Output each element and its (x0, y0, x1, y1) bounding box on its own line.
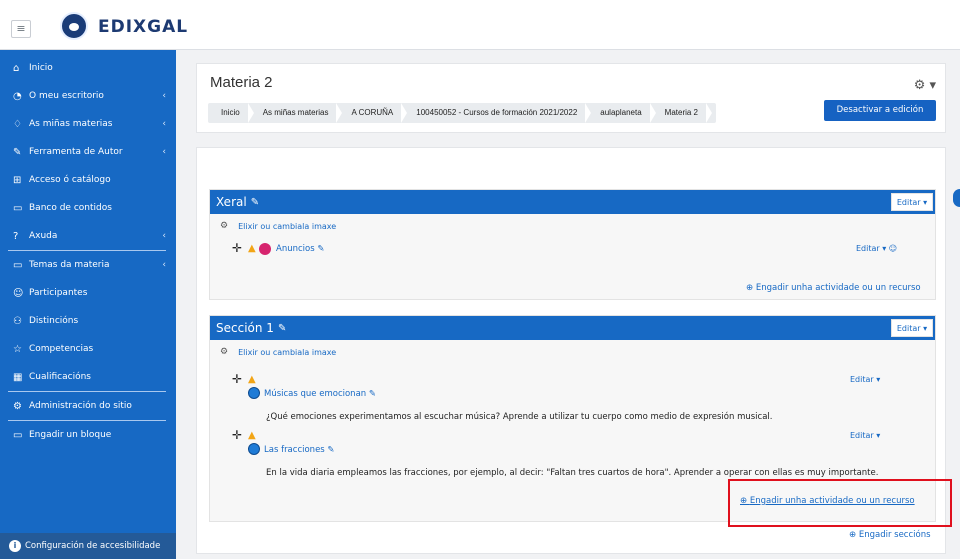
grades-icon: ▦ (13, 371, 23, 383)
breadcrumb-item[interactable]: Inicio (212, 103, 254, 123)
warning-icon: ▲ (248, 430, 256, 441)
turn-editing-off-button[interactable]: Desactivar a edición (824, 100, 936, 121)
clipboard-icon: ▭ (13, 202, 23, 214)
sidebar-item-ferramenta[interactable]: ✎ Ferramenta de Autor ‹ (0, 138, 176, 166)
activity-link[interactable]: Anuncios ✎ (276, 244, 324, 254)
sidebar-item-cualificacions[interactable]: ▦ Cualificacións (0, 363, 176, 391)
accessibility-settings[interactable]: i Configuración de accesibilidade (0, 533, 176, 559)
hamburger-menu-icon[interactable]: ≡ (11, 20, 31, 38)
activity-link[interactable]: Las fracciones ✎ (264, 445, 335, 455)
chevron-left-icon: ‹ (162, 91, 166, 101)
activity-description: ¿Qué emociones experimentamos al escucha… (266, 412, 773, 422)
sidebar-item-materias[interactable]: ♢ As miñas materias ‹ (0, 110, 176, 138)
star-icon: ☆ (13, 343, 22, 355)
section-header: Xeral ✎ Editar ▾ (210, 190, 935, 214)
breadcrumb: Inicio As miñas materias A CORUÑA 100450… (208, 103, 717, 123)
edixgal-logo[interactable] (60, 12, 88, 40)
pencil-icon[interactable]: ✎ (278, 323, 286, 334)
breadcrumb-item[interactable]: 100450052 - Cursos de formación 2021/202… (407, 103, 592, 123)
section-header: Sección 1 ✎ Editar ▾ (210, 316, 935, 340)
activity-edit-menu[interactable]: Editar ▾ (850, 431, 880, 440)
chevron-left-icon: ‹ (162, 260, 166, 270)
sidebar-item-inicio[interactable]: ⌂ Inicio (0, 54, 176, 82)
sidebar-item-administracion[interactable]: ⚙ Administración do sitio (0, 392, 176, 420)
sidebar-item-axuda[interactable]: ? Axuda ‹ (0, 222, 176, 250)
forum-icon (259, 243, 271, 255)
resource-icon (248, 443, 260, 455)
chevron-left-icon: ‹ (162, 147, 166, 157)
add-activity-link[interactable]: ⊕ Engadir unha actividade ou un recurso (746, 283, 921, 293)
highlight-box (728, 479, 952, 527)
breadcrumb-item[interactable]: aulaplaneta (591, 103, 657, 123)
activity-link[interactable]: Músicas que emocionan ✎ (264, 389, 376, 399)
change-image-link[interactable]: ⚙ Elixir ou cambiala imaxe (210, 340, 935, 357)
folder-icon: ▭ (13, 259, 23, 271)
breadcrumb-item[interactable]: As miñas materias (254, 103, 343, 123)
page-title: Materia 2 (210, 74, 273, 91)
section-title[interactable]: Xeral (216, 195, 247, 209)
warning-icon: ▲ (248, 374, 256, 385)
sitemap-icon: ⊞ (13, 174, 22, 186)
sidebar: ⌂ Inicio ◔ O meu escritorio ‹ ♢ As miñas mat… (0, 50, 176, 559)
activity-row: ✛ ▲ Anuncios ✎ Editar ▾ ☺ (210, 241, 935, 263)
move-icon[interactable]: ✛ (232, 428, 242, 442)
sidebar-item-engadir-bloque[interactable]: ▭ Engadir un bloque (0, 421, 176, 449)
activity-description: En la vida diaria empleamos las fraccion… (266, 468, 879, 478)
dashboard-icon: ◔ (13, 90, 22, 102)
section-general: Xeral ✎ Editar ▾ ⚙ Elixir ou cambiala im… (209, 189, 936, 300)
activity-edit-menu[interactable]: Editar ▾ (850, 375, 880, 384)
change-image-link[interactable]: ⚙ Elixir ou cambiala imaxe (210, 214, 935, 231)
gear-icon: ⚙ (220, 221, 229, 231)
sidebar-item-escritorio[interactable]: ◔ O meu escritorio ‹ (0, 82, 176, 110)
pencil-icon: ✎ (13, 146, 22, 158)
gear-icon[interactable]: ⚙ ▾ (914, 78, 936, 93)
chevron-left-icon: ‹ (162, 119, 166, 129)
resource-icon (248, 387, 260, 399)
gear-icon: ⚙ (220, 347, 229, 357)
add-block-icon: ▭ (13, 429, 23, 441)
pencil-icon[interactable]: ✎ (251, 197, 259, 208)
add-sections-link[interactable]: ⊕ Engadir seccións (849, 530, 931, 540)
drawer-toggle[interactable] (953, 189, 960, 207)
sidebar-item-competencias[interactable]: ☆ Competencias (0, 335, 176, 363)
move-icon[interactable]: ✛ (232, 372, 242, 386)
top-navbar: ≡ EDIXGAL (0, 0, 960, 50)
users-icon: ☺ (13, 287, 24, 299)
brand-name[interactable]: EDIXGAL (98, 17, 188, 37)
activity-edit-menu[interactable]: Editar ▾ ☺ (856, 244, 897, 253)
accessibility-icon: i (9, 540, 21, 552)
sidebar-item-participantes[interactable]: ☺ Participantes (0, 279, 176, 307)
sidebar-item-temas[interactable]: ▭ Temas da materia ‹ (0, 251, 176, 279)
breadcrumb-item[interactable]: A CORUÑA (342, 103, 408, 123)
home-icon: ⌂ (13, 62, 20, 74)
section-title[interactable]: Sección 1 (216, 321, 274, 335)
warning-icon: ▲ (248, 243, 256, 254)
graduation-cap-icon: ♢ (13, 118, 22, 130)
sidebar-item-distincions[interactable]: ⚇ Distincións (0, 307, 176, 335)
sidebar-item-catalogo[interactable]: ⊞ Acceso ó catálogo (0, 166, 176, 194)
sidebar-item-banco[interactable]: ▭ Banco de contidos (0, 194, 176, 222)
help-icon: ? (13, 230, 19, 242)
breadcrumb-item[interactable]: Materia 2 (656, 103, 713, 123)
page-header: Materia 2 ⚙ ▾ Inicio As miñas materias A… (196, 63, 946, 133)
badge-icon: ⚇ (13, 315, 22, 327)
edit-section-button[interactable]: Editar ▾ (891, 193, 933, 211)
move-icon[interactable]: ✛ (232, 241, 242, 255)
chevron-left-icon: ‹ (162, 231, 166, 241)
edit-section-button[interactable]: Editar ▾ (891, 319, 933, 337)
gear-icon: ⚙ (13, 400, 22, 412)
